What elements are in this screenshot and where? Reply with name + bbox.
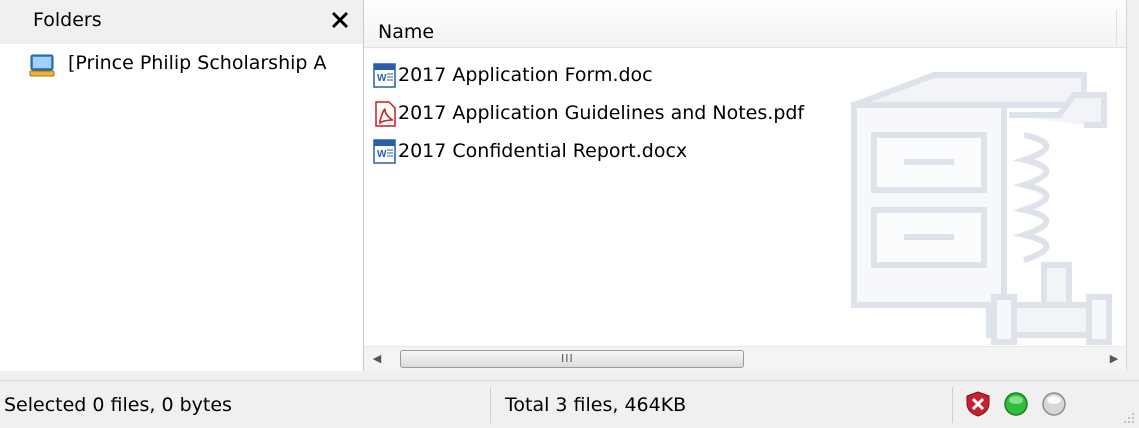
status-bar: Selected 0 files, 0 bytes Total 3 files,… — [0, 380, 1139, 428]
scroll-right-arrow-icon[interactable]: ▶ — [1105, 350, 1123, 368]
column-header-name-label: Name — [378, 21, 435, 43]
scrollbar-thumb[interactable]: III — [400, 350, 744, 368]
folders-pane-title: Folders — [33, 9, 102, 31]
file-name: 2017 Application Form.doc — [398, 64, 653, 86]
file-list-pane: Name W 2017 Application Form.doc 2017 Ap… — [364, 0, 1127, 371]
total-status: Total 3 files, 464KB — [505, 394, 687, 416]
computer-icon — [28, 53, 56, 79]
file-name: 2017 Application Guidelines and Notes.pd… — [398, 102, 805, 124]
pdf-document-icon — [372, 101, 398, 127]
file-row[interactable]: W 2017 Application Form.doc — [364, 59, 884, 93]
file-row[interactable]: W 2017 Confidential Report.docx — [364, 135, 884, 169]
column-divider — [1116, 10, 1117, 46]
security-shield-icon[interactable] — [965, 391, 991, 417]
folders-pane: Folders [Prince Philip Scholarship A — [0, 0, 364, 371]
winzip-vise-logo-watermark — [851, 72, 1112, 345]
green-status-icon[interactable] — [1003, 391, 1029, 417]
horizontal-scrollbar[interactable]: ◀ III ▶ — [364, 346, 1126, 371]
svg-text:W: W — [377, 73, 387, 84]
scrollbar-grip-icon: III — [561, 352, 574, 365]
resize-grip-icon[interactable] — [1121, 410, 1135, 424]
column-header-name[interactable]: Name — [364, 0, 1126, 48]
svg-text:W: W — [377, 149, 387, 160]
close-icon — [331, 11, 349, 29]
word-document-icon: W — [372, 139, 398, 165]
scroll-left-arrow-icon[interactable]: ◀ — [368, 350, 386, 368]
file-row[interactable]: 2017 Application Guidelines and Notes.pd… — [364, 97, 884, 131]
folders-header: Folders — [0, 0, 363, 44]
file-name: 2017 Confidential Report.docx — [398, 140, 688, 162]
status-divider — [490, 387, 491, 423]
close-folders-pane-button[interactable] — [327, 7, 353, 33]
gray-status-icon[interactable] — [1041, 391, 1067, 417]
word-document-icon: W — [372, 63, 398, 89]
folder-tree-item[interactable]: [Prince Philip Scholarship A — [26, 50, 362, 80]
selection-status: Selected 0 files, 0 bytes — [4, 394, 232, 416]
zip-file-viewer-window: Folders [Prince Philip Scholarship A Nam… — [0, 0, 1139, 428]
status-divider — [952, 387, 953, 423]
folder-tree-item-label: [Prince Philip Scholarship A — [68, 52, 327, 74]
